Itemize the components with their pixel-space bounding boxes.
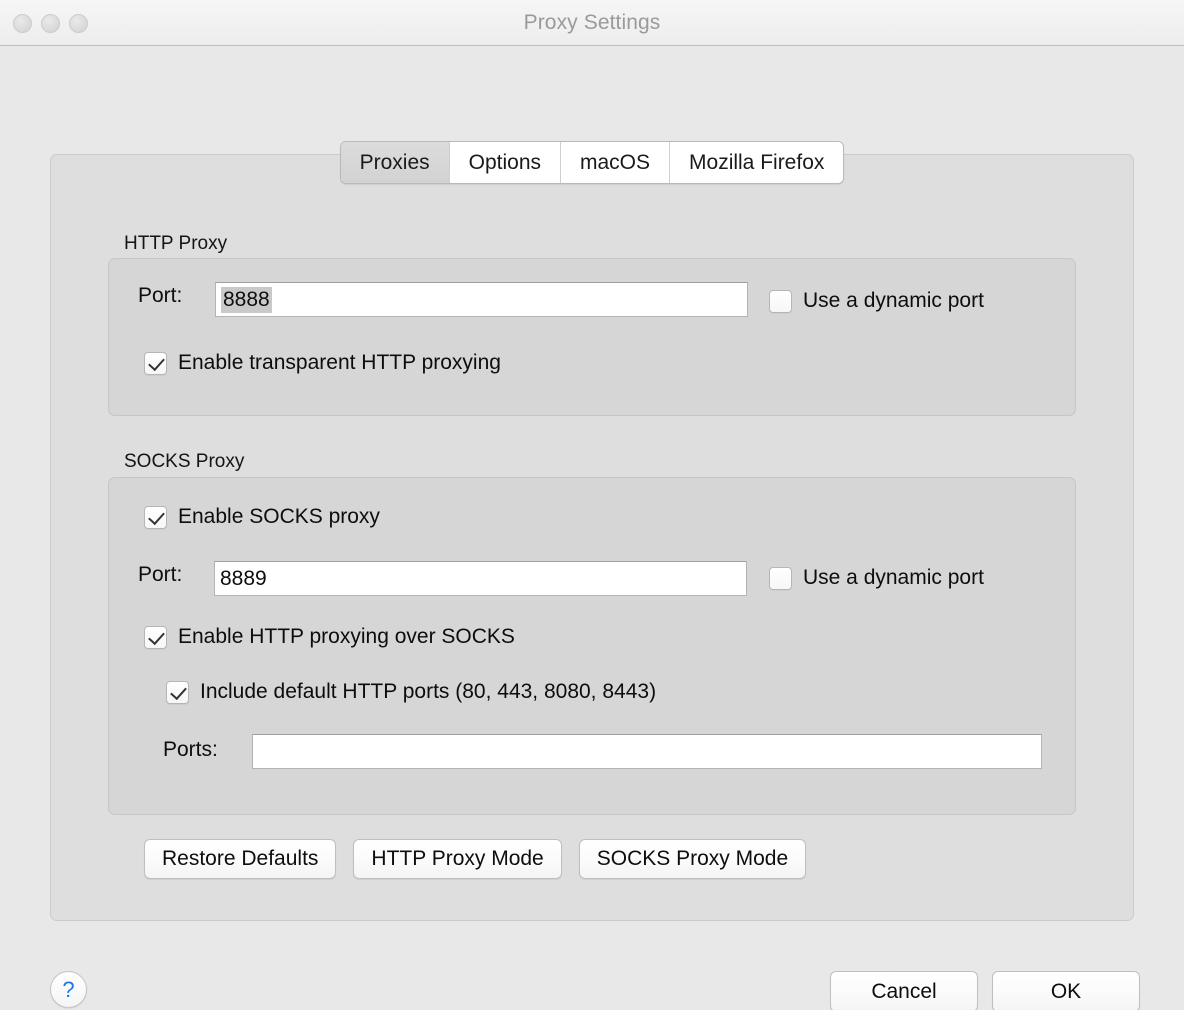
socks-port-label: Port: — [138, 563, 183, 586]
dialog-button-group: Cancel OK — [830, 971, 1140, 1010]
http-transparent-proxying-label: Enable transparent HTTP proxying — [178, 351, 501, 374]
tab-macos[interactable]: macOS — [561, 142, 671, 183]
checkbox-box-checked — [144, 505, 167, 529]
checkbox-box — [769, 566, 792, 590]
socks-ports-label: Ports: — [163, 738, 218, 761]
socks-default-http-ports-label: Include default HTTP ports (80, 443, 808… — [200, 680, 657, 703]
socks-dynamic-port-checkbox[interactable]: Use a dynamic port — [769, 566, 984, 590]
zoom-button[interactable] — [69, 13, 88, 33]
socks-default-http-ports-checkbox[interactable]: Include default HTTP ports (80, 443, 808… — [166, 680, 656, 704]
checkbox-box — [769, 289, 792, 313]
socks-http-over-socks-checkbox-row: Enable HTTP proxying over SOCKS — [144, 625, 515, 649]
http-port-value: 8888 — [221, 287, 272, 313]
mode-button-group: Restore Defaults HTTP Proxy Mode SOCKS P… — [144, 839, 807, 879]
http-port-input[interactable]: 8888 — [215, 282, 748, 317]
http-dynamic-port-label: Use a dynamic port — [803, 289, 984, 312]
socks-ports-input[interactable] — [252, 734, 1042, 769]
socks-ports-label-row: Ports: — [163, 738, 218, 762]
socks-port-input[interactable]: 8889 — [214, 561, 747, 596]
socks-enable-checkbox[interactable]: Enable SOCKS proxy — [144, 505, 380, 529]
http-port-label: Port: — [138, 284, 183, 307]
http-dynamic-port-checkbox[interactable]: Use a dynamic port — [769, 289, 984, 313]
socks-port-label-row: Port: — [138, 563, 182, 587]
checkbox-box-checked — [144, 351, 167, 375]
socks-proxy-mode-button[interactable]: SOCKS Proxy Mode — [578, 839, 807, 879]
tab-options[interactable]: Options — [449, 142, 561, 183]
proxy-settings-window: Proxy Settings Proxies Options macOS Moz… — [0, 0, 1184, 1010]
cancel-button[interactable]: Cancel — [830, 971, 978, 1010]
socks-enable-label: Enable SOCKS proxy — [178, 505, 380, 528]
http-proxy-group-label: HTTP Proxy — [124, 233, 228, 254]
tab-proxies[interactable]: Proxies — [340, 142, 450, 183]
traffic-lights — [13, 0, 88, 46]
socks-dynamic-port-checkbox-row: Use a dynamic port — [769, 566, 984, 590]
checkbox-box-checked — [144, 625, 167, 649]
restore-defaults-button[interactable]: Restore Defaults — [144, 839, 337, 879]
socks-default-ports-checkbox-row: Include default HTTP ports (80, 443, 808… — [166, 680, 656, 704]
minimize-button[interactable] — [41, 13, 60, 33]
tab-group: Proxies Options macOS Mozilla Firefox — [339, 141, 845, 184]
http-port-label-row: Port: — [138, 284, 182, 308]
help-icon[interactable]: ? — [50, 971, 87, 1008]
socks-port-value: 8889 — [220, 567, 267, 590]
window-titlebar: Proxy Settings — [0, 0, 1184, 46]
checkbox-box-checked — [166, 680, 189, 704]
socks-enable-checkbox-row: Enable SOCKS proxy — [144, 505, 380, 529]
ok-button[interactable]: OK — [992, 971, 1140, 1010]
http-dynamic-port-checkbox-row: Use a dynamic port — [769, 289, 984, 313]
window-title: Proxy Settings — [523, 10, 661, 34]
http-transparent-checkbox-row: Enable transparent HTTP proxying — [144, 351, 501, 375]
http-proxy-mode-button[interactable]: HTTP Proxy Mode — [353, 839, 562, 879]
window-body: Proxies Options macOS Mozilla Firefox HT… — [0, 46, 1184, 1010]
close-button[interactable] — [13, 13, 32, 33]
tab-mozilla-firefox[interactable]: Mozilla Firefox — [670, 142, 844, 183]
socks-dynamic-port-label: Use a dynamic port — [803, 566, 984, 589]
tab-bar: Proxies Options macOS Mozilla Firefox — [0, 141, 1184, 184]
http-transparent-proxying-checkbox[interactable]: Enable transparent HTTP proxying — [144, 351, 501, 375]
socks-http-proxying-label: Enable HTTP proxying over SOCKS — [178, 625, 515, 648]
socks-proxy-group-label: SOCKS Proxy — [124, 451, 245, 472]
socks-http-proxying-checkbox[interactable]: Enable HTTP proxying over SOCKS — [144, 625, 515, 649]
